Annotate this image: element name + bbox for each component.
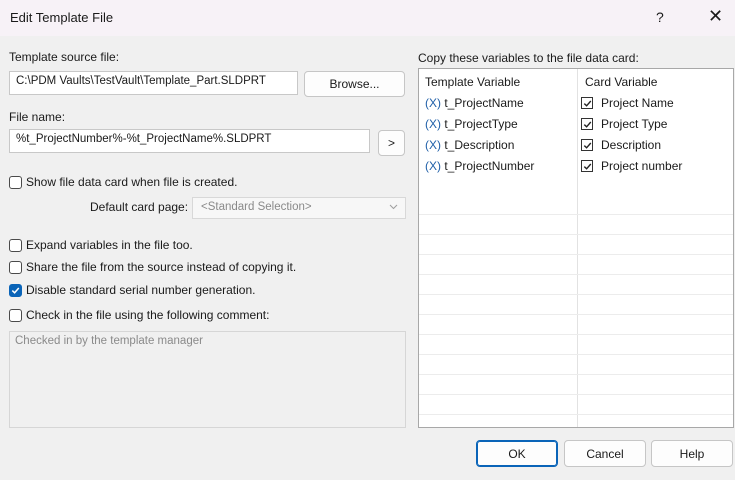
grid-line (419, 254, 733, 255)
insert-variable-button[interactable]: > (378, 130, 405, 156)
close-icon[interactable]: ✕ (708, 6, 723, 27)
card-variable-header[interactable]: Card Variable (585, 75, 657, 89)
grid-line (419, 234, 733, 235)
grid-line (419, 334, 733, 335)
window-title: Edit Template File (10, 10, 114, 25)
card-variable-name: Project Type (601, 117, 668, 131)
comment-textarea[interactable]: Checked in by the template manager (9, 331, 406, 428)
grid-line (419, 374, 733, 375)
grid-line (419, 354, 733, 355)
share-file-checkbox[interactable] (9, 260, 22, 274)
grid-line (419, 214, 733, 215)
browse-button[interactable]: Browse... (304, 71, 405, 97)
card-variable-row[interactable]: Project Name (581, 96, 674, 110)
help-question-icon[interactable]: ? (656, 9, 664, 25)
checkmark-icon (583, 163, 591, 170)
chevron-down-icon (389, 202, 398, 214)
template-variable-row[interactable]: (X) t_ProjectNumber (425, 159, 534, 173)
variable-icon: (X) (425, 117, 441, 131)
variable-icon: (X) (425, 138, 441, 152)
template-variable-row[interactable]: (X) t_Description (425, 138, 514, 152)
card-variable-name: Project Name (601, 96, 674, 110)
grid-line (419, 414, 733, 415)
variables-table: Template Variable Card Variable (X) t_Pr… (418, 68, 734, 428)
card-variable-checkbox[interactable] (581, 160, 593, 172)
share-file-label: Share the file from the source instead o… (26, 260, 297, 274)
card-variable-checkbox[interactable] (581, 97, 593, 109)
grid-line (419, 294, 733, 295)
grid-line (419, 274, 733, 275)
checkmark-icon (583, 142, 591, 149)
card-variable-row[interactable]: Description (581, 138, 661, 152)
expand-vars-checkbox[interactable] (9, 238, 22, 252)
checkin-comment-checkbox[interactable] (9, 308, 22, 322)
grid-line (419, 314, 733, 315)
checkmark-icon (583, 100, 591, 107)
card-variable-checkbox[interactable] (581, 139, 593, 151)
show-card-checkbox[interactable] (9, 175, 22, 189)
source-path-input[interactable]: C:\PDM Vaults\TestVault\Template_Part.SL… (9, 71, 298, 95)
template-variable-name: t_ProjectName (444, 96, 524, 110)
disable-serial-checkbox[interactable] (9, 283, 22, 297)
checkmark-icon (11, 287, 20, 294)
disable-serial-label: Disable standard serial number generatio… (26, 283, 256, 297)
filename-input[interactable]: %t_ProjectNumber%-%t_ProjectName%.SLDPRT (9, 129, 370, 153)
show-card-option[interactable]: Show file data card when file is created… (9, 175, 237, 189)
show-card-label: Show file data card when file is created… (26, 175, 238, 189)
card-variable-row[interactable]: Project number (581, 159, 682, 173)
checkmark-icon (583, 121, 591, 128)
cancel-button[interactable]: Cancel (564, 440, 646, 467)
source-label: Template source file: (9, 50, 120, 64)
default-card-select[interactable]: <Standard Selection> (192, 197, 406, 219)
ok-button[interactable]: OK (476, 440, 558, 467)
template-variable-name: t_ProjectType (444, 117, 518, 131)
checkin-comment-label: Check in the file using the following co… (26, 308, 270, 322)
card-variable-checkbox[interactable] (581, 118, 593, 130)
title-bar: Edit Template File ? ✕ (0, 0, 735, 36)
template-variable-name: t_ProjectNumber (444, 159, 535, 173)
disable-serial-option[interactable]: Disable standard serial number generatio… (9, 283, 255, 297)
template-variable-row[interactable]: (X) t_ProjectType (425, 117, 518, 131)
template-variable-name: t_Description (444, 138, 515, 152)
share-file-option[interactable]: Share the file from the source instead o… (9, 260, 296, 274)
card-variable-name: Description (601, 138, 662, 152)
grid-line (419, 394, 733, 395)
default-card-label: Default card page: (90, 200, 189, 214)
template-variable-header[interactable]: Template Variable (425, 75, 520, 89)
template-variable-row[interactable]: (X) t_ProjectName (425, 96, 524, 110)
variable-icon: (X) (425, 159, 441, 173)
expand-vars-option[interactable]: Expand variables in the file too. (9, 238, 193, 252)
help-button[interactable]: Help (651, 440, 733, 467)
variable-icon: (X) (425, 96, 441, 110)
checkin-comment-option[interactable]: Check in the file using the following co… (9, 308, 269, 322)
expand-vars-label: Expand variables in the file too. (26, 238, 193, 252)
default-card-value: <Standard Selection> (201, 201, 312, 213)
card-variable-row[interactable]: Project Type (581, 117, 667, 131)
variables-label: Copy these variables to the file data ca… (418, 51, 639, 65)
card-variable-name: Project number (601, 159, 683, 173)
filename-label: File name: (9, 110, 66, 124)
